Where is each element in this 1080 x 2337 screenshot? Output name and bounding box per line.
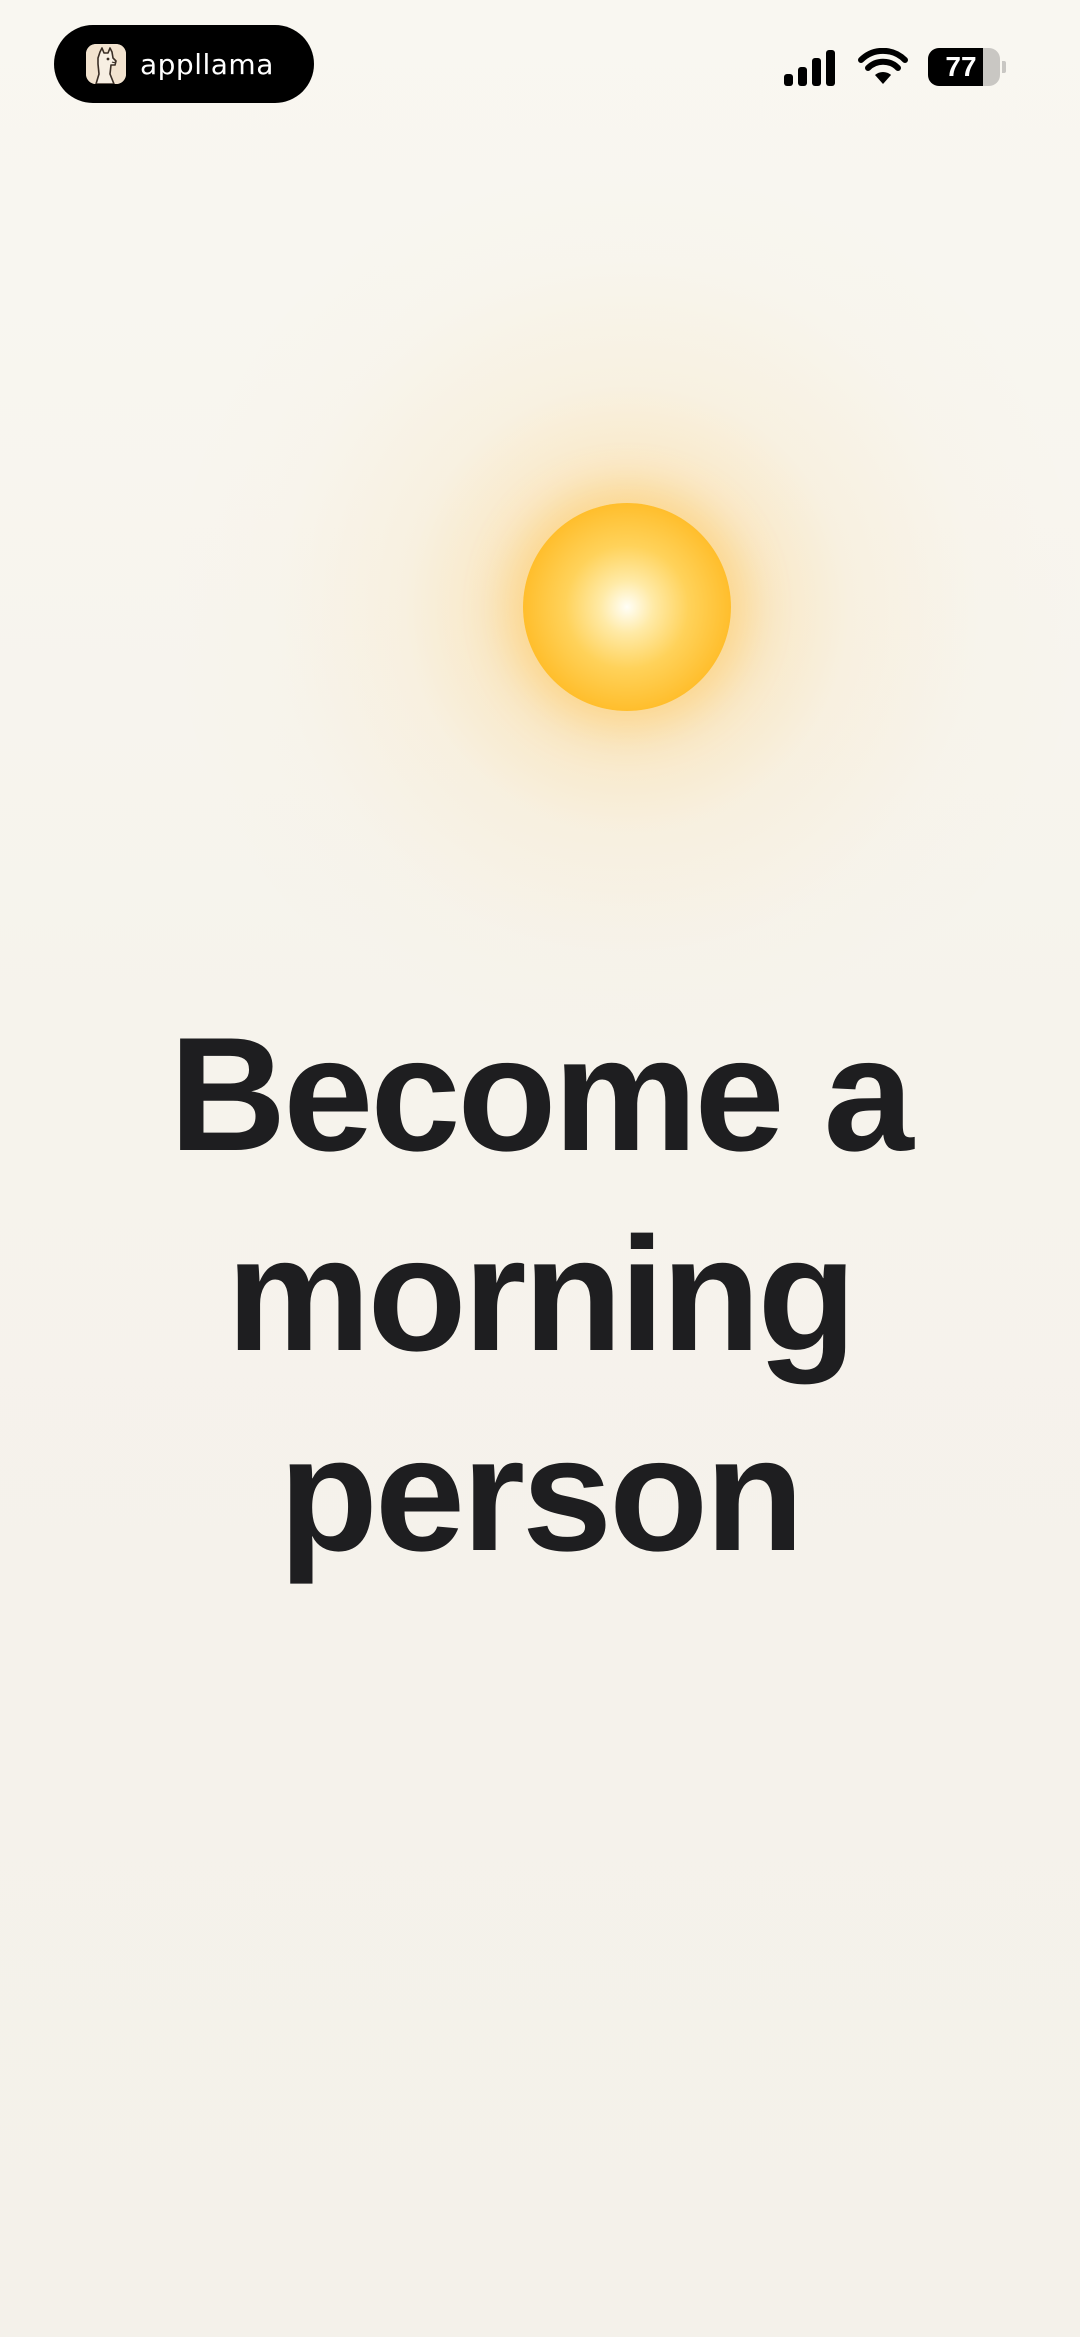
signal-icon: [784, 50, 835, 86]
status-icons: 77: [782, 48, 1006, 86]
headline-line-3: person: [278, 1404, 804, 1585]
llama-logo-icon: [86, 44, 126, 84]
headline-line-2: morning: [226, 1204, 857, 1385]
battery-icon: 77: [928, 48, 1006, 86]
app-badge[interactable]: appllama: [54, 25, 314, 103]
sun-icon: [523, 503, 731, 711]
headline-line-1: Become a: [169, 1004, 913, 1185]
battery-body: 77: [928, 48, 1000, 86]
app-name: appllama: [140, 47, 274, 81]
battery-percent: 77: [945, 51, 977, 82]
status-bar: appllama 77: [0, 0, 1080, 130]
headline: Become a morning person: [0, 995, 1080, 1595]
wifi-icon: [858, 48, 908, 84]
battery-cap: [1002, 61, 1006, 73]
